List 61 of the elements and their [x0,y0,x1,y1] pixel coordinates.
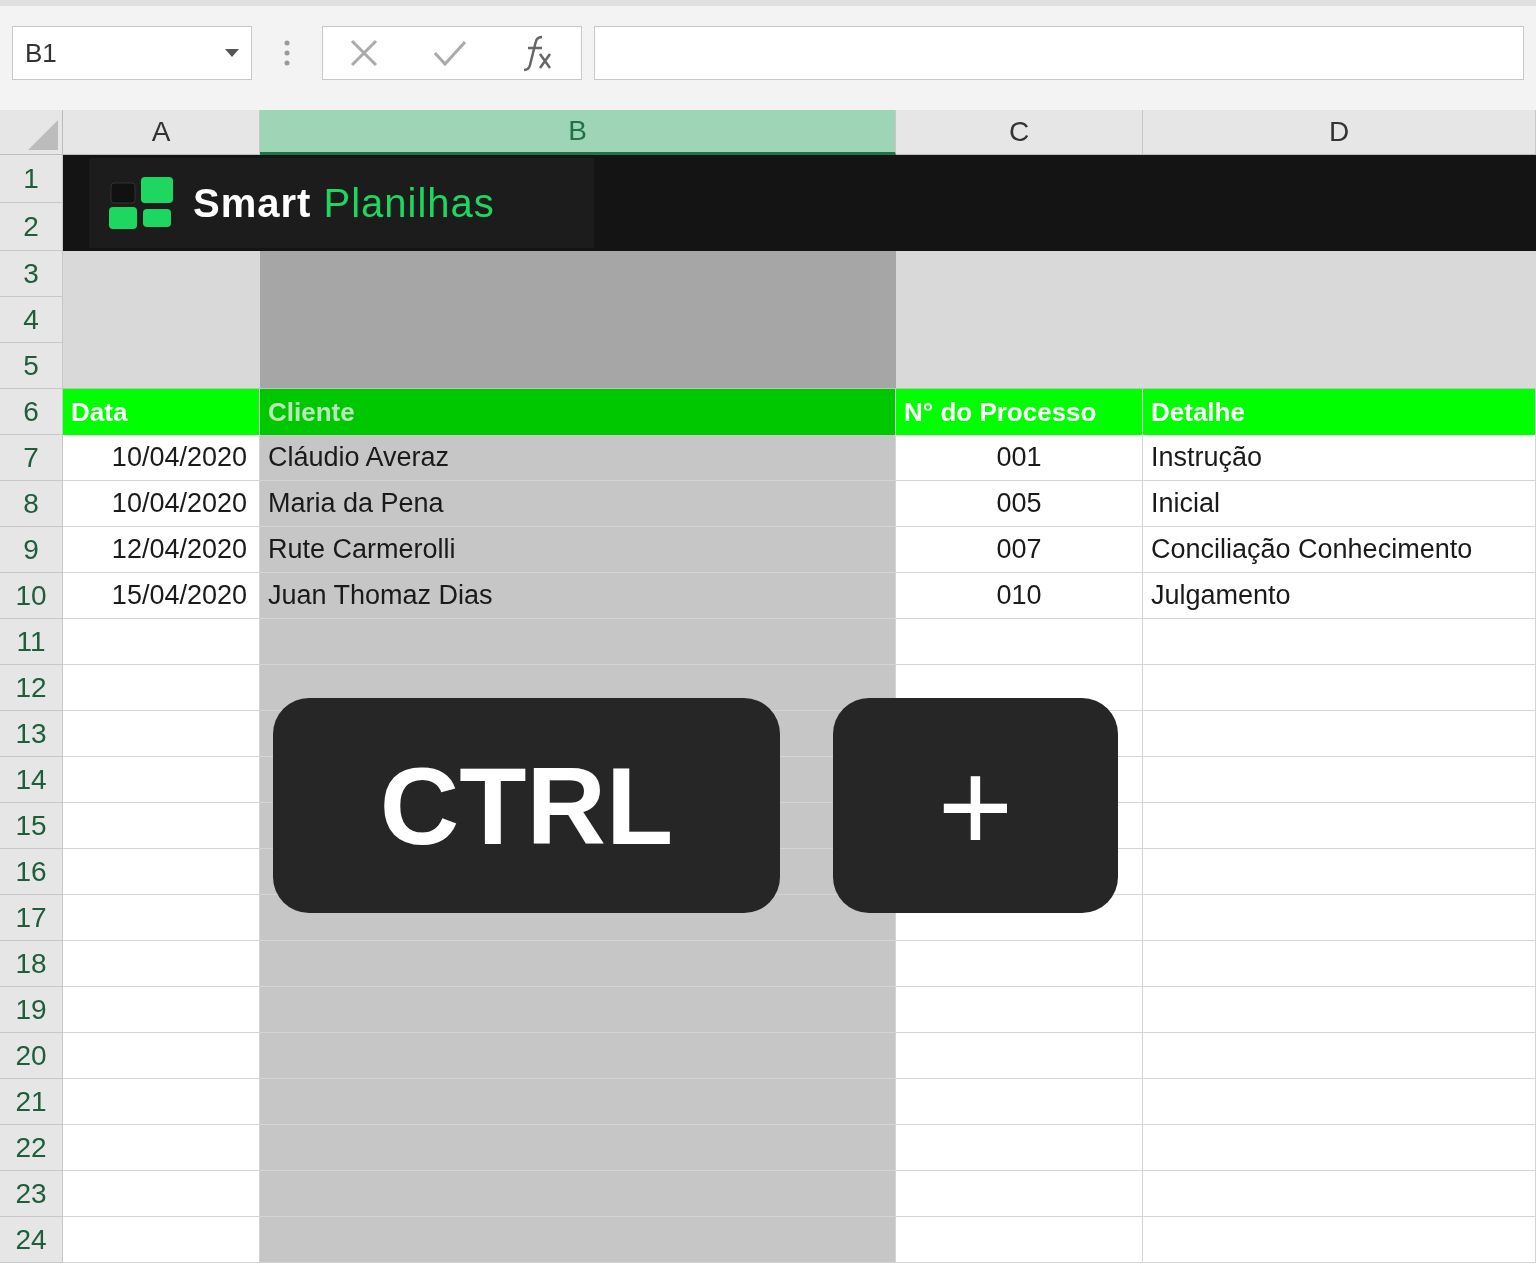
row-header[interactable]: 8 [0,481,63,527]
column-header[interactable]: D [1143,110,1536,155]
cell-text: Juan Thomaz Dias [268,579,493,613]
cell-text: Conciliação Conhecimento [1151,533,1473,567]
row-header[interactable]: 10 [0,573,63,619]
column-header[interactable]: A [63,110,260,155]
cell-text: 15/04/2020 [111,579,247,613]
row-header[interactable]: 22 [0,1125,63,1171]
row-header[interactable]: 21 [0,1079,63,1125]
row-header[interactable]: 4 [0,297,63,343]
checkmark-icon[interactable] [433,39,467,67]
row-header[interactable]: 15 [0,803,63,849]
row-header[interactable]: 1 [0,155,63,203]
row-header[interactable]: 17 [0,895,63,941]
cell-text: Instrução [1151,441,1263,475]
dropdown-caret-icon [225,49,239,57]
row-header[interactable]: 23 [0,1171,63,1217]
name-box[interactable]: B1 [12,26,252,80]
cell-text: Cláudio Averaz [268,441,450,475]
row-header[interactable]: 3 [0,251,63,297]
column-header[interactable]: C [896,110,1143,155]
table-header-cell: Cliente [260,389,896,435]
corner-triangle-icon [28,120,58,150]
row-header[interactable]: 18 [0,941,63,987]
cell-text: Maria da Pena [268,487,444,521]
row-header[interactable]: 13 [0,711,63,757]
row-header[interactable]: 2 [0,203,63,251]
table-header-cell: Detalhe [1143,389,1536,435]
row-header[interactable]: 19 [0,987,63,1033]
cell-text: 12/04/2020 [111,533,247,567]
row-header[interactable]: 5 [0,343,63,389]
select-all-corner[interactable] [0,110,63,155]
cell-text: 007 [996,533,1042,567]
logo-icon [109,177,173,229]
cell-text: 010 [996,579,1042,613]
column-header[interactable]: B [260,110,896,155]
brand-name: Smart Planilhas [193,180,495,227]
row-header[interactable]: 24 [0,1217,63,1263]
drag-handle-icon [284,40,290,66]
cell-text: Rute Carmerolli [268,533,456,567]
row-header[interactable]: 6 [0,389,63,435]
cell-text: Inicial [1151,487,1221,521]
cell-text: Julgamento [1151,579,1291,613]
keyboard-key: + [833,698,1118,913]
keyboard-key: CTRL [273,698,780,913]
table-header-cell: N° do Processo [896,389,1143,435]
cell-text: 10/04/2020 [111,487,247,521]
row-header[interactable]: 7 [0,435,63,481]
row-header[interactable]: 20 [0,1033,63,1079]
close-icon[interactable] [350,39,379,67]
row-header[interactable]: 11 [0,619,63,665]
formula-input[interactable] [594,26,1524,80]
cell-text: 001 [996,441,1042,475]
row-header[interactable]: 14 [0,757,63,803]
table-header-cell: Data [63,389,260,435]
function-icon[interactable] [521,34,554,72]
row-header[interactable]: 12 [0,665,63,711]
row-header[interactable]: 9 [0,527,63,573]
cell-text: 10/04/2020 [111,441,247,475]
row-header[interactable]: 16 [0,849,63,895]
cell-text: 005 [996,487,1042,521]
